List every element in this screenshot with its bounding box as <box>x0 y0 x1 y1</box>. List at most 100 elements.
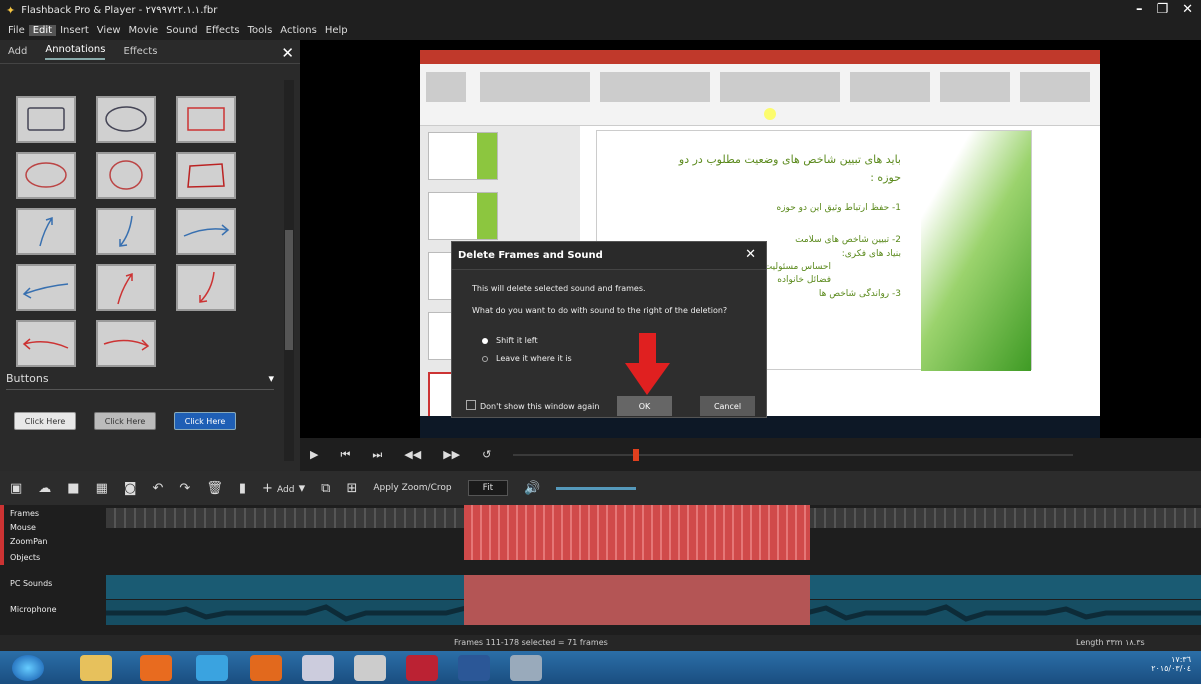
sample-button-blue[interactable]: Click Here <box>174 412 236 430</box>
menu-actions[interactable]: Actions <box>276 25 321 36</box>
undo-icon[interactable]: ↶ <box>153 481 164 496</box>
annotation-red-arrow-right[interactable] <box>96 320 156 367</box>
media-icon[interactable] <box>140 655 172 681</box>
device-icon[interactable] <box>354 655 386 681</box>
frame-icon[interactable]: ▦ <box>96 481 108 496</box>
apply-zoom-crop-button[interactable]: Apply Zoom/Crop <box>373 483 451 493</box>
tab-annotations[interactable]: Annotations <box>45 44 106 60</box>
radio-shift-left[interactable] <box>482 338 488 344</box>
loop-icon[interactable]: ↺ <box>482 448 491 461</box>
redo-icon[interactable]: ↷ <box>179 481 190 496</box>
maximize-button[interactable]: ❐ <box>1156 2 1168 17</box>
chevron-down-icon[interactable]: ▾ <box>268 372 274 385</box>
dont-show-checkbox[interactable] <box>466 400 476 410</box>
zoom-pan-icon[interactable]: ⊞ <box>346 481 357 496</box>
menu-effects[interactable]: Effects <box>202 25 244 36</box>
sample-button-gray[interactable]: Click Here <box>94 412 156 430</box>
radio-leave-it[interactable] <box>482 356 488 362</box>
menu-movie[interactable]: Movie <box>125 25 163 36</box>
add-button[interactable]: + Add ▾ <box>262 481 305 496</box>
buttons-section-header[interactable]: Buttons ▾ <box>6 372 274 390</box>
slide-line: باید های تبیین شاخص های وضعیت مطلوب در د… <box>678 153 901 166</box>
slide-line: بنیاد های فکری: <box>841 249 901 259</box>
track-label: ZoomPan <box>10 537 48 546</box>
tab-effects[interactable]: Effects <box>123 46 157 57</box>
menu-tools[interactable]: Tools <box>244 25 277 36</box>
slide-line: فضائل خانواده <box>777 275 831 285</box>
annotation-rectangle-red[interactable] <box>176 96 236 143</box>
menu-edit[interactable]: Edit <box>28 24 57 36</box>
next-frame-icon[interactable]: ⏭ <box>372 448 382 462</box>
menu-help[interactable]: Help <box>321 25 352 36</box>
menu-sound[interactable]: Sound <box>162 25 202 36</box>
close-panel-icon[interactable]: ✕ <box>281 44 294 62</box>
dialog-close-icon[interactable]: ✕ <box>745 247 756 262</box>
camera-icon[interactable]: ◙ <box>124 481 137 496</box>
buttons-header-label: Buttons <box>6 372 49 385</box>
minimize-button[interactable]: – <box>1136 2 1143 17</box>
slide-line: احساس مسئولیت <box>763 262 831 272</box>
playback-scrubber[interactable] <box>513 448 1074 462</box>
sample-button-light[interactable]: Click Here <box>14 412 76 430</box>
menu-view[interactable]: View <box>93 25 125 36</box>
clock-date: ٢٠١٥/٠٣/٠٤ <box>1151 664 1191 673</box>
dialog-message: This will delete selected sound and fram… <box>472 284 646 293</box>
upload-icon[interactable]: ☁ <box>38 481 51 496</box>
annotation-arrow-down[interactable] <box>96 208 156 255</box>
lock-icon[interactable] <box>302 655 334 681</box>
prev-frame-icon[interactable]: ⏮ <box>340 448 350 462</box>
annotation-freehand-rect[interactable] <box>176 152 236 199</box>
annotation-arrow-up[interactable] <box>16 208 76 255</box>
forward-icon[interactable]: ▶▶ <box>443 448 460 461</box>
menu-insert[interactable]: Insert <box>56 25 93 36</box>
word-icon[interactable] <box>458 655 490 681</box>
flashback-taskbar-icon[interactable] <box>406 655 438 681</box>
play-icon[interactable]: ▶ <box>310 448 318 461</box>
ok-button[interactable]: OK <box>617 396 672 416</box>
save-icon[interactable]: ▣ <box>10 481 22 496</box>
zoom-select[interactable]: Fit <box>467 480 509 496</box>
slide-line: حوزه : <box>870 171 901 184</box>
annotation-ellipse[interactable] <box>96 96 156 143</box>
slide-thumbnail[interactable] <box>428 192 498 240</box>
rewind-icon[interactable]: ◀◀ <box>404 448 421 461</box>
track-label: Mouse <box>10 523 36 532</box>
menu-bar: File Edit Insert View Movie Sound Effect… <box>0 20 1201 40</box>
volume-slider[interactable] <box>556 486 637 490</box>
powerpoint-titlebar <box>420 50 1100 64</box>
close-window-button[interactable]: ✕ <box>1182 2 1193 17</box>
volume-icon[interactable]: 🔊 <box>524 481 540 496</box>
cancel-button[interactable]: Cancel <box>700 396 755 416</box>
selected-audio-region[interactable] <box>464 575 810 625</box>
radio-shift-left-label[interactable]: Shift it left <box>496 336 538 345</box>
crop-icon[interactable]: ⧉ <box>321 481 330 496</box>
record-icon[interactable]: ■ <box>67 481 79 496</box>
selected-frames-region[interactable] <box>464 505 810 560</box>
start-button[interactable] <box>12 655 44 681</box>
annotation-freehand-circle[interactable] <box>96 152 156 199</box>
trim-icon[interactable]: ▮ <box>239 481 246 496</box>
annotation-red-arrow-down[interactable] <box>176 264 236 311</box>
explorer-icon[interactable] <box>80 655 112 681</box>
dont-show-label: Don't show this window again <box>480 402 600 411</box>
annotation-arrow-right[interactable] <box>176 208 236 255</box>
track-label: PC Sounds <box>10 579 53 588</box>
radio-leave-it-label[interactable]: Leave it where it is <box>496 354 572 363</box>
menu-file[interactable]: File <box>4 25 29 36</box>
delete-icon[interactable]: 🗑 <box>206 481 223 496</box>
slide-line: 3- رواندگی شاخص ها <box>818 289 901 299</box>
annotation-red-arrow-left[interactable] <box>16 320 76 367</box>
tab-add[interactable]: Add <box>8 46 27 57</box>
powerpoint-ribbon <box>420 64 1100 126</box>
panel-scrollbar[interactable] <box>284 80 294 461</box>
ie-icon[interactable] <box>196 655 228 681</box>
annotation-arrow-left[interactable] <box>16 264 76 311</box>
title-bar: ✦ Flashback Pro & Player - ٢٧٩٩٧٢٢.١.١.f… <box>0 0 1201 20</box>
paint-icon[interactable] <box>510 655 542 681</box>
annotation-rectangle[interactable] <box>16 96 76 143</box>
firefox-icon[interactable] <box>250 655 282 681</box>
slide-thumbnail[interactable] <box>428 132 498 180</box>
annotation-freehand-ellipse[interactable] <box>16 152 76 199</box>
system-clock[interactable]: ١٧:٣٦ ٢٠١٥/٠٣/٠٤ <box>1151 655 1191 673</box>
annotation-red-arrow-up[interactable] <box>96 264 156 311</box>
